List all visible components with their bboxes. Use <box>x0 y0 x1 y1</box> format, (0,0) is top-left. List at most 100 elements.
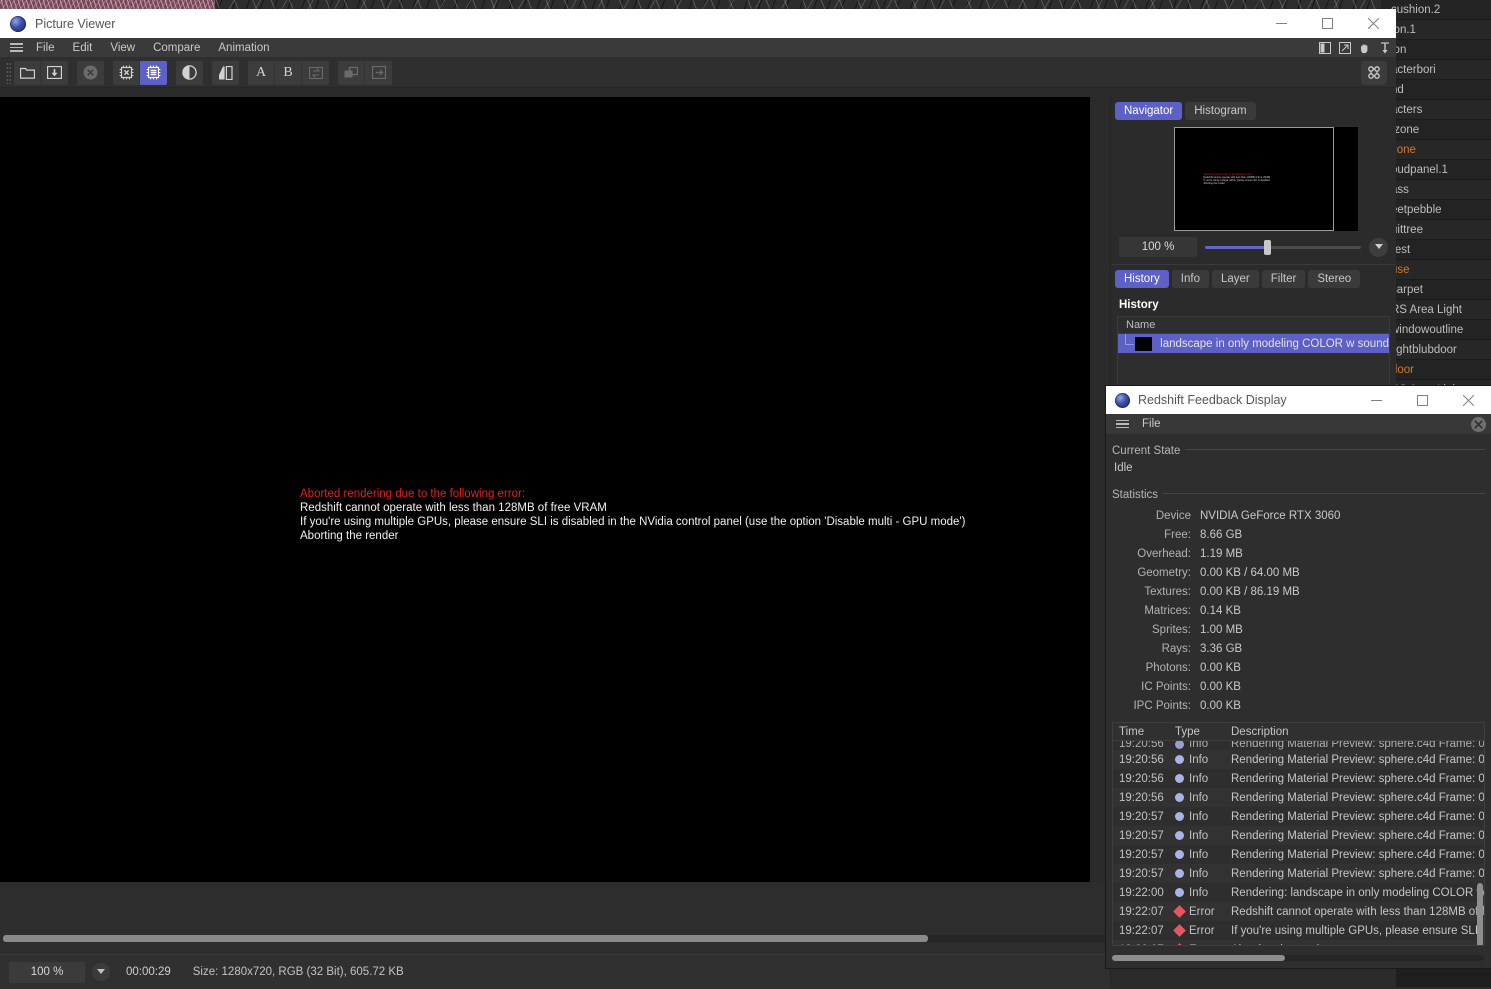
node-graph-icon[interactable] <box>1361 61 1387 85</box>
slider-knob[interactable] <box>1264 240 1271 255</box>
menu-animation[interactable]: Animation <box>209 38 278 58</box>
object-manager-item[interactable]: door <box>1381 360 1491 380</box>
log-row[interactable]: 19:20:57 Info Rendering Material Preview… <box>1113 845 1484 864</box>
log-row[interactable]: 19:22:00 Info Rendering: landscape in on… <box>1113 883 1484 902</box>
close-icon[interactable] <box>1350 9 1396 38</box>
stat-label: Overhead: <box>1112 548 1200 560</box>
object-manager-item[interactable]: tzone <box>1381 120 1491 140</box>
maximize-icon[interactable] <box>1304 9 1350 38</box>
object-manager-list[interactable]: cushion.2 ion.1 ion acterbori nd acters … <box>1381 0 1491 390</box>
object-manager-item[interactable]: nd <box>1381 80 1491 100</box>
slot-a-icon[interactable]: A <box>248 61 275 85</box>
layers-icon[interactable] <box>338 61 365 85</box>
menu-file[interactable]: File <box>27 38 64 58</box>
menu-compare[interactable]: Compare <box>144 38 209 58</box>
object-manager-item[interactable]: oudpanel.1 <box>1381 160 1491 180</box>
current-state-group: Current State Idle <box>1112 441 1485 479</box>
tab-history[interactable]: History <box>1115 270 1169 288</box>
object-manager-item[interactable]: eetpebble <box>1381 200 1491 220</box>
open-external-icon[interactable] <box>1338 41 1352 55</box>
object-manager-item[interactable]: acters <box>1381 100 1491 120</box>
log-row[interactable]: 19:20:57 Info Rendering Material Preview… <box>1113 826 1484 845</box>
log-vertical-scrollbar[interactable] <box>1477 883 1483 946</box>
object-manager-item[interactable]: ion.1 <box>1381 20 1491 40</box>
open-folder-icon[interactable] <box>14 61 41 85</box>
chevron-down-icon[interactable] <box>92 963 110 981</box>
tab-navigator[interactable]: Navigator <box>1115 102 1182 120</box>
statistics-legend: Statistics <box>1112 489 1163 501</box>
split-view-icon[interactable] <box>1318 41 1332 55</box>
contrast-icon[interactable] <box>176 61 203 85</box>
object-manager-item[interactable]: use <box>1381 260 1491 280</box>
save-download-icon[interactable] <box>41 61 68 85</box>
redshift-log-table[interactable]: Time Type Description 19:20:56 Info Rend… <box>1112 722 1485 946</box>
object-manager-item[interactable]: zone <box>1381 140 1491 160</box>
log-row[interactable]: 19:20:57 Info Rendering Material Preview… <box>1113 864 1484 883</box>
tab-filter[interactable]: Filter <box>1262 270 1306 288</box>
scrollbar-thumb[interactable] <box>1112 955 1285 961</box>
picture-viewer-titlebar[interactable]: Picture Viewer <box>0 9 1396 38</box>
log-horizontal-scrollbar[interactable] <box>1112 955 1484 961</box>
tab-layer[interactable]: Layer <box>1212 270 1259 288</box>
export-icon[interactable] <box>365 61 392 85</box>
maximize-icon[interactable] <box>1399 386 1445 414</box>
hamburger-icon[interactable] <box>1111 420 1133 429</box>
close-icon[interactable] <box>1445 386 1491 414</box>
zoom-level-field[interactable]: 100 % <box>9 962 85 983</box>
toolbar-grip[interactable] <box>6 62 11 84</box>
stat-label: Geometry: <box>1112 567 1200 579</box>
history-list[interactable]: Name landscape in only modeling COLOR w … <box>1117 316 1390 386</box>
move-vertical-icon[interactable] <box>1378 41 1392 55</box>
object-manager-item[interactable]: cushion.2 <box>1381 0 1491 20</box>
tab-info[interactable]: Info <box>1172 270 1209 288</box>
render-region-icon[interactable] <box>113 61 140 85</box>
group-rule <box>1112 493 1485 494</box>
menu-file[interactable]: File <box>1133 418 1161 430</box>
chevron-down-icon[interactable] <box>1369 238 1388 257</box>
object-manager-item[interactable]: uittree <box>1381 220 1491 240</box>
log-row[interactable]: 19:22:07 Error Aborting the render <box>1113 940 1484 946</box>
log-row[interactable]: 19:20:56 Info Rendering Material Preview… <box>1113 750 1484 769</box>
slot-b-icon[interactable]: B <box>275 61 302 85</box>
object-manager-item[interactable]: carpet <box>1381 280 1491 300</box>
navigator-zoom-field[interactable]: 100 % <box>1119 237 1197 257</box>
ab-compare-icon[interactable] <box>302 61 329 85</box>
object-manager-item[interactable]: ass <box>1381 180 1491 200</box>
navigator-thumbnail[interactable]: Aborted rendering due to the following e… <box>1174 127 1334 231</box>
log-row[interactable]: 19:20:57 Info Rendering Material Preview… <box>1113 807 1484 826</box>
navigator-zoom-slider[interactable] <box>1205 237 1361 257</box>
object-label: lightblubdoor <box>1391 344 1457 356</box>
navigator-zoom-row: 100 % <box>1117 234 1390 260</box>
log-row[interactable]: 19:20:56 Info Rendering Material Preview… <box>1113 741 1484 750</box>
hamburger-icon[interactable] <box>5 43 27 52</box>
compare-split-icon[interactable] <box>212 61 239 85</box>
object-manager-item[interactable]: lightblubdoor <box>1381 340 1491 360</box>
tab-stereo[interactable]: Stereo <box>1308 270 1360 288</box>
object-manager-item[interactable]: RS Area Light <box>1381 300 1491 320</box>
navigator-thumbnail-area[interactable]: Aborted rendering due to the following e… <box>1117 124 1390 234</box>
menu-edit[interactable]: Edit <box>64 38 102 58</box>
minimize-icon[interactable] <box>1258 9 1304 38</box>
log-type-label: Info <box>1189 773 1208 785</box>
redshift-titlebar[interactable]: Redshift Feedback Display <box>1106 386 1491 414</box>
log-row[interactable]: 19:20:56 Info Rendering Material Preview… <box>1113 769 1484 788</box>
log-row[interactable]: 19:22:07 Error Redshift cannot operate w… <box>1113 902 1484 921</box>
object-manager-item[interactable]: ion <box>1381 40 1491 60</box>
toolbar-group-compare <box>212 61 239 85</box>
image-canvas[interactable]: Aborted rendering due to the following e… <box>0 97 1090 882</box>
log-row[interactable]: 19:20:56 Info Rendering Material Preview… <box>1113 788 1484 807</box>
tab-histogram[interactable]: Histogram <box>1185 102 1255 120</box>
menu-view[interactable]: View <box>101 38 144 58</box>
log-row[interactable]: 19:22:07 Error If you're using multiple … <box>1113 921 1484 940</box>
object-manager-item[interactable]: windowoutline <box>1381 320 1491 340</box>
pan-hand-icon[interactable] <box>1358 41 1372 55</box>
close-circle-icon[interactable] <box>1471 417 1486 432</box>
minimize-icon[interactable] <box>1353 386 1399 414</box>
render-settings-icon[interactable] <box>140 61 167 85</box>
horizontal-scrollbar[interactable] <box>3 935 1107 942</box>
scrollbar-thumb[interactable] <box>3 935 928 942</box>
stop-render-icon[interactable] <box>77 61 104 85</box>
object-manager-item[interactable]: rest <box>1381 240 1491 260</box>
history-row[interactable]: landscape in only modeling COLOR w sound <box>1118 334 1389 353</box>
object-manager-item[interactable]: acterbori <box>1381 60 1491 80</box>
